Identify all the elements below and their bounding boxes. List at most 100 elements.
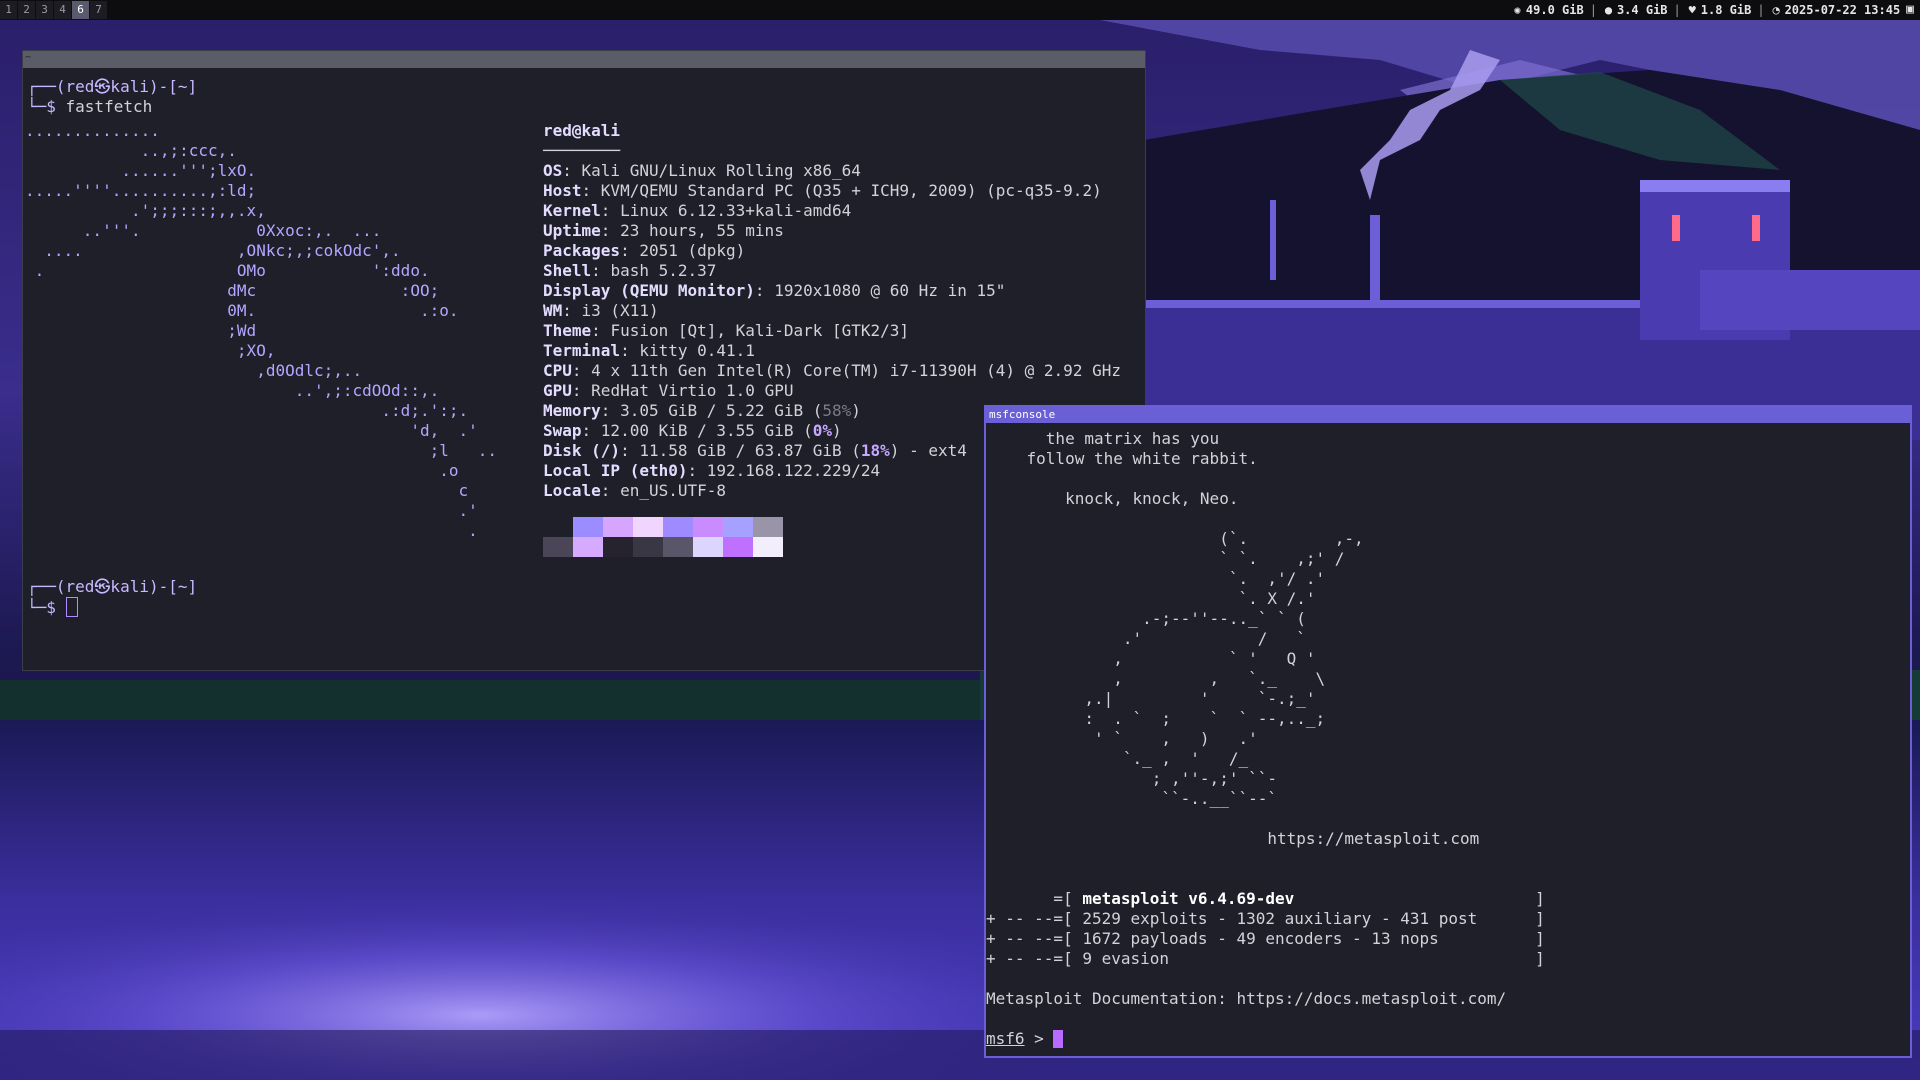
info-tail: ) - ext4 xyxy=(889,441,967,460)
prompt-user: red㉿kali xyxy=(65,577,149,596)
info-row: GPU: RedHat Virtio 1.0 GPU xyxy=(543,381,1121,401)
info-label: CPU xyxy=(543,361,572,380)
info-label: Host xyxy=(543,181,582,200)
prompt-line-2: ┌──(red㉿kali)-[~] xyxy=(27,577,198,596)
info-label: WM xyxy=(543,301,563,320)
tray-icon[interactable]: ▣ xyxy=(1906,0,1914,20)
info-label: OS xyxy=(543,161,563,180)
info-colon: : xyxy=(562,301,582,320)
banner-line: ``-..__``--` xyxy=(988,789,1277,808)
workspace-button-3[interactable]: 3 xyxy=(36,1,53,19)
workspace-button-4[interactable]: 4 xyxy=(54,1,71,19)
msfconsole-window[interactable]: msfconsole the matrix has you follow the… xyxy=(984,405,1912,1058)
info-row: OS: Kali GNU/Linux Rolling x86_64 xyxy=(543,161,1121,181)
logo-line: 0M. .:o. xyxy=(25,301,459,320)
logo-line: .....''''..........,:ld; xyxy=(25,181,257,200)
info-label: Swap xyxy=(543,421,582,440)
memory-icon: ♥ xyxy=(1688,3,1696,17)
prompt-dir: ~ xyxy=(177,77,188,96)
logo-line: ..',;:cdOOd::,. xyxy=(25,381,440,400)
logo-line: ;l .. xyxy=(25,441,498,460)
info-percent: 58% xyxy=(822,401,852,420)
info-label: Packages xyxy=(543,241,621,260)
banner-line xyxy=(988,809,1479,829)
workspace-button-7[interactable]: 7 xyxy=(90,1,107,19)
info-value: 3.05 GiB / 5.22 GiB ( xyxy=(620,401,823,420)
msf-prompt-line[interactable]: msf6 > xyxy=(986,1029,1064,1049)
info-row: Packages: 2051 (dpkg) xyxy=(543,241,1121,261)
info-row: Uptime: 23 hours, 55 mins xyxy=(543,221,1121,241)
info-row: Display (QEMU Monitor): 1920x1080 @ 60 H… xyxy=(543,281,1121,301)
version-line: =[ metasploit v6.4.69-dev ] xyxy=(986,889,1545,909)
kitty-title-bar[interactable]: ~ xyxy=(23,51,1145,68)
info-colon: : xyxy=(581,421,601,440)
workspace-button-6[interactable]: 6 xyxy=(72,1,89,19)
kitty-terminal-window[interactable]: ~ ┌──(red㉿kali)-[~] └─$ fastfetch ......… xyxy=(22,50,1146,671)
palette-swatch xyxy=(663,537,693,557)
command-text: fastfetch xyxy=(65,97,153,116)
logo-line: .o xyxy=(25,461,459,480)
version-suffix: ] xyxy=(1169,949,1545,968)
info-label: Disk (/) xyxy=(543,441,621,460)
info-value: i3 (X11) xyxy=(581,301,659,320)
workspace-list: 123467 xyxy=(0,1,107,19)
banner-line: https://metasploit.com xyxy=(988,829,1480,848)
logo-line: ......''';lxO. xyxy=(25,161,257,180)
info-value: RedHat Virtio 1.0 GPU xyxy=(591,381,794,400)
documentation-line: Metasploit Documentation: https://docs.m… xyxy=(986,989,1507,1008)
logo-line: ,d0Odlc;,.. xyxy=(25,361,363,380)
logo-line: .............. xyxy=(25,121,160,140)
info-colon: : xyxy=(600,221,621,240)
info-colon: : xyxy=(687,461,707,480)
status-separator: | xyxy=(1673,3,1681,17)
workspace-button-1[interactable]: 1 xyxy=(0,1,17,19)
info-colon: : xyxy=(620,341,640,360)
msfconsole-title-bar[interactable]: msfconsole xyxy=(986,407,1910,423)
palette-swatch xyxy=(723,517,753,537)
info-row: WM: i3 (X11) xyxy=(543,301,1121,321)
info-row: Theme: Fusion [Qt], Kali-Dark [GTK2/3] xyxy=(543,321,1121,341)
color-palette xyxy=(543,517,783,557)
info-row: Terminal: kitty 0.41.1 xyxy=(543,341,1121,361)
info-row: Host: KVM/QEMU Standard PC (Q35 + ICH9, … xyxy=(543,181,1121,201)
banner-line: knock, knock, Neo. xyxy=(988,489,1239,508)
info-row: Shell: bash 5.2.37 xyxy=(543,261,1121,281)
info-colon: : xyxy=(591,321,611,340)
info-value: 4 x 11th Gen Intel(R) Core(TM) i7-11390H… xyxy=(591,361,1121,380)
info-value: 23 hours, 55 mins xyxy=(620,221,784,240)
logo-line: . OMo ':ddo. xyxy=(25,261,430,280)
i3bar: 123467 ✺ 49.0 GiB | ● 3.4 GiB | ♥ 1.8 GiB | ◔ 2025… xyxy=(0,0,1920,20)
info-value: 192.168.122.229/24 xyxy=(706,461,881,480)
info-value: kitty 0.41.1 xyxy=(639,341,755,360)
info-value: 2051 (dpkg) xyxy=(639,241,746,260)
status-item: ♥ 1.8 GiB xyxy=(1687,0,1752,20)
info-colon: : xyxy=(600,481,621,500)
logo-line: .:d;.':;. xyxy=(25,401,469,420)
input-line[interactable]: └─$ xyxy=(27,597,78,618)
info-label: Locale xyxy=(543,481,601,500)
version-suffix: ] xyxy=(1438,929,1545,948)
banner-line: ' ` , ) .' xyxy=(988,729,1258,748)
status-value: 1.8 GiB xyxy=(1700,3,1752,17)
palette-swatch xyxy=(543,517,573,537)
prompt-line: ┌──(red㉿kali)-[~] xyxy=(27,77,198,96)
workspace-button-2[interactable]: 2 xyxy=(18,1,35,19)
status-value: 2025-07-22 13:45 xyxy=(1784,3,1901,17)
info-colon: : xyxy=(600,401,621,420)
palette-swatch xyxy=(753,517,783,537)
user-host-underline: ──────── xyxy=(543,141,621,160)
version-text: 1672 payloads - 49 encoders - 13 nops xyxy=(1082,929,1439,948)
info-colon: : xyxy=(562,161,582,180)
info-value: 12.00 KiB / 3.55 GiB ( xyxy=(600,421,813,440)
palette-swatch xyxy=(633,537,663,557)
banner-line xyxy=(988,469,1479,489)
window-title: msfconsole xyxy=(989,408,1056,421)
status-value: 3.4 GiB xyxy=(1616,3,1668,17)
info-tail: ) xyxy=(831,421,842,440)
info-label: Display (QEMU Monitor) xyxy=(543,281,755,300)
palette-swatch xyxy=(693,537,723,557)
info-colon: : xyxy=(620,441,640,460)
info-row: CPU: 4 x 11th Gen Intel(R) Core(TM) i7-1… xyxy=(543,361,1121,381)
version-text: 2529 exploits - 1302 auxiliary - 431 pos… xyxy=(1082,909,1478,928)
version-line: + -- --=[ 9 evasion ] xyxy=(986,949,1545,969)
